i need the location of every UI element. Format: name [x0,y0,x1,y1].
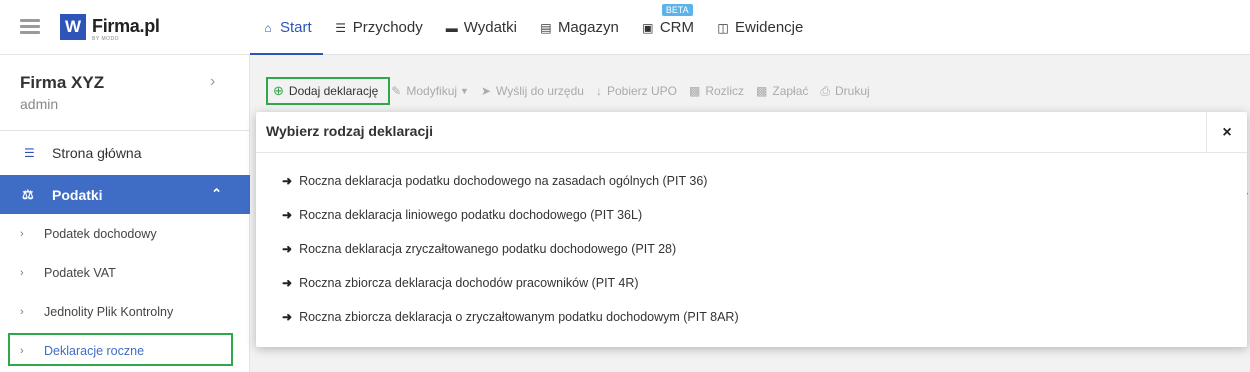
arrow-right-icon: ➜ [282,310,293,324]
close-icon[interactable]: × [1206,112,1247,153]
nav-magazyn[interactable]: ▤ Magazyn [528,0,630,55]
credit-card-icon: ▬ [445,20,458,35]
arrow-right-icon: ➜ [282,276,293,290]
list-icon: ▤ [540,20,552,35]
arrow-right-icon: ➜ [282,174,293,188]
money-icon: ▩ [689,84,701,98]
arrow-right-icon: ➜ [282,242,293,256]
send-to-office-button[interactable]: ➤ Wyślij do urzędu [475,77,590,105]
nav-magazyn-label: Magazyn [557,19,619,36]
pay-button[interactable]: ▩ Zapłać [750,77,814,105]
logo-icon: W [60,14,86,40]
declaration-option-pit28[interactable]: ➜ Roczna deklaracja zryczałtowanego poda… [282,242,676,256]
sidebar-subitem-label: Deklaracje roczne [44,343,145,358]
logo-subtitle: BY MODO [92,36,120,42]
declaration-option-label: Roczna zbiorcza deklaracja o zryczałtowa… [299,310,739,324]
nav-wydatki[interactable]: ▬ Wydatki [434,0,528,55]
nav-start[interactable]: ⌂ Start [250,0,323,55]
sidebar-item-home-label: Strona główna [52,145,142,161]
sidebar-item-home[interactable]: ☰ Strona główna [0,131,250,175]
settle-label: Rozlicz [705,84,745,98]
pay-label: Zapłać [772,84,809,98]
address-book-icon: ▣ [642,20,654,35]
chevron-right-icon[interactable]: › [210,73,215,91]
chevron-right-icon: › [20,305,24,318]
home-icon: ⌂ [264,20,272,35]
nav-ewidencje-label: Ewidencje [734,19,804,36]
chevron-right-icon: › [20,266,24,279]
declaration-option-label: Roczna zbiorcza deklaracja dochodów prac… [299,276,639,290]
chevron-right-icon: › [20,344,24,357]
nav-przychody[interactable]: ☰ Przychody [323,0,434,55]
nav-start-label: Start [280,19,312,36]
declaration-option-pit36l[interactable]: ➜ Roczna deklaracja liniowego podatku do… [282,208,642,222]
list-icon: ☰ [24,146,35,160]
download-label: Pobierz UPO [606,84,677,98]
sidebar-subitem-label: Podatek dochodowy [44,226,157,241]
sidebar-subitem-jpk[interactable]: › Jednolity Plik Kontrolny [0,292,250,331]
nav-crm-label: CRM [659,19,694,36]
modal-header: Wybierz rodzaj deklaracji × [256,112,1247,153]
declaration-option-label: Roczna deklaracja zryczałtowanego podatk… [299,242,677,256]
declaration-option-pit8ar[interactable]: ➜ Roczna zbiorcza deklaracja o zryczałto… [282,310,739,324]
sidebar-item-taxes-label: Podatki [52,186,103,203]
paper-plane-icon: ➤ [480,84,492,98]
send-label: Wyślij do urzędu [496,84,584,98]
declaration-option-label: Roczna deklaracja liniowego podatku doch… [299,208,643,222]
print-icon: ⎙ [820,83,830,98]
nav-ewidencje[interactable]: ◫ Ewidencje [705,0,814,55]
money-icon: ▩ [756,84,768,98]
print-button[interactable]: ⎙ Drukuj [814,77,875,105]
declaration-type-modal: Wybierz rodzaj deklaracji × ➜ Roczna dek… [256,112,1247,347]
sidebar-subitem-vat[interactable]: › Podatek VAT [0,253,250,292]
menu-icon[interactable] [20,19,40,35]
modal-title: Wybierz rodzaj deklaracji [266,123,434,139]
plus-circle-icon: ⊕ [273,83,284,98]
logo-text: Firma.pl [92,16,160,36]
beta-badge: BETA [661,4,693,16]
settle-button[interactable]: ▩ Rozlicz [683,77,750,105]
sidebar-subitem-label: Podatek VAT [44,265,116,280]
nav-wydatki-label: Wydatki [463,19,517,36]
add-declaration-label: Dodaj deklarację [288,84,379,98]
download-upo-button[interactable]: ↓ Pobierz UPO [590,77,683,105]
modify-button[interactable]: ✎ Modyfikuj ▼ [385,77,475,105]
company-name[interactable]: Firma XYZ [20,73,104,93]
add-declaration-button[interactable]: ⊕ Dodaj deklarację [266,77,385,105]
edit-icon: ✎ [391,84,402,98]
top-bar: W Firma.pl BY MODO ⌂ Start ☰ Przychody ▬… [0,0,1250,55]
nav-crm[interactable]: ▣ CRM BETA [630,0,705,55]
sidebar-subitem-label: Jednolity Plik Kontrolny [44,304,174,319]
declaration-option-pit36[interactable]: ➜ Roczna deklaracja podatku dochodowego … [282,174,707,188]
chevron-right-icon: › [20,227,24,240]
sidebar: Firma XYZ admin › ☰ Strona główna ⚖ Poda… [0,55,250,372]
coins-icon: ☰ [335,20,347,35]
sidebar-item-taxes[interactable]: ⚖ Podatki ⌃ [0,175,250,214]
print-label: Drukuj [835,84,870,98]
sidebar-subitem-annual-declarations[interactable]: › Deklaracje roczne [0,331,250,370]
caret-down-icon: ▼ [460,86,469,96]
folder-open-icon: ◫ [717,20,729,35]
user-name: admin [20,96,59,112]
arrow-down-icon: ↓ [595,84,602,98]
toolbar: ⊕ Dodaj deklarację ✎ Modyfikuj ▼ ➤ Wyśli… [266,77,876,105]
chevron-up-icon: ⌃ [211,186,222,201]
declaration-option-label: Roczna deklaracja podatku dochodowego na… [299,174,708,188]
modify-label: Modyfikuj [406,84,458,98]
nav-przychody-label: Przychody [352,19,423,36]
sidebar-subitem-income-tax[interactable]: › Podatek dochodowy [0,214,250,253]
main-nav: ⌂ Start ☰ Przychody ▬ Wydatki ▤ Magazyn … [250,0,814,55]
scale-icon: ⚖ [22,186,34,202]
declaration-option-pit4r[interactable]: ➜ Roczna zbiorcza deklaracja dochodów pr… [282,276,639,290]
arrow-right-icon: ➜ [282,208,293,222]
